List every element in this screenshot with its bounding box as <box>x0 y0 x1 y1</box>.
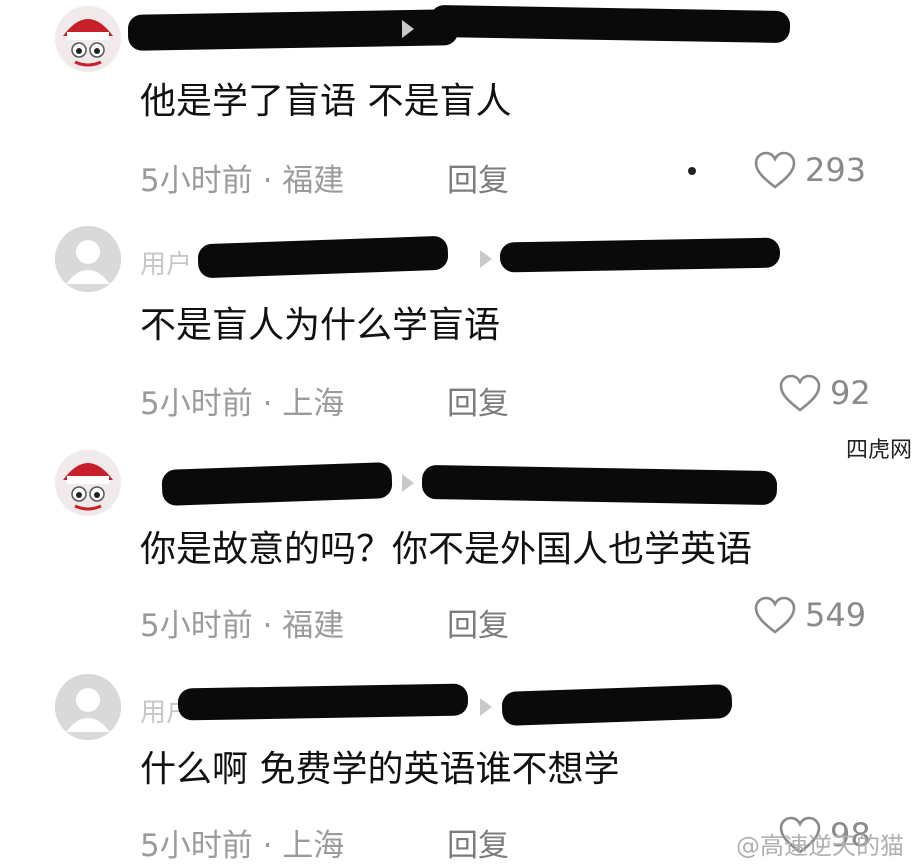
reply-button[interactable]: 回复 <box>447 820 509 865</box>
reply-button[interactable]: 回复 <box>447 378 509 423</box>
default-avatar-icon <box>55 674 121 740</box>
triangle-right-icon <box>402 474 414 492</box>
comment-text: 你是故意的吗？你不是外国人也学英语 <box>140 529 753 570</box>
heart-icon <box>753 150 797 190</box>
redaction-scribble <box>177 683 469 721</box>
like-count: 92 <box>830 374 871 412</box>
user-avatar-icon <box>55 6 121 72</box>
redaction-scribble <box>161 461 393 507</box>
like-button[interactable]: 293 <box>753 150 866 190</box>
like-button[interactable]: 92 <box>778 373 871 413</box>
triangle-right-icon <box>402 20 414 38</box>
username-row[interactable] <box>140 461 840 507</box>
redaction-scribble <box>197 235 449 279</box>
comment-text: 什么啊 免费学的英语谁不想学 <box>140 749 620 790</box>
triangle-right-icon <box>480 250 492 268</box>
comment-meta: 5小时前 · 福建 <box>140 163 345 199</box>
comment-text: 他是学了盲语 不是盲人 <box>140 81 512 122</box>
comment-text: 不是盲人为什么学盲语 <box>140 305 501 346</box>
username-row[interactable]: 用户 <box>140 683 840 728</box>
like-count: 549 <box>805 596 867 634</box>
username-row[interactable] <box>127 4 840 51</box>
heart-icon <box>778 373 822 413</box>
redaction-scribble <box>501 683 733 727</box>
reply-button[interactable]: 回复 <box>447 600 509 645</box>
comment-meta: 5小时前 · 上海 <box>140 386 345 422</box>
default-avatar-icon <box>55 226 121 292</box>
redaction-scribble <box>499 237 781 273</box>
username-row[interactable]: 用户 <box>140 235 840 280</box>
triangle-right-icon <box>480 698 492 716</box>
heart-icon <box>753 595 797 635</box>
like-count: 293 <box>805 151 867 189</box>
username-hint: 用户 <box>140 250 193 280</box>
watermark: @高速逆天的猫 <box>736 832 904 860</box>
separator-dot <box>688 167 696 175</box>
redaction-scribble <box>429 4 791 44</box>
like-button[interactable]: 549 <box>753 595 866 635</box>
avatar[interactable] <box>55 6 121 72</box>
reply-button[interactable]: 回复 <box>447 155 509 200</box>
avatar[interactable] <box>55 674 121 740</box>
user-avatar-icon <box>55 450 121 516</box>
side-label: 四虎网 <box>846 438 913 463</box>
comment-meta: 5小时前 · 福建 <box>140 608 345 644</box>
comment-meta: 5小时前 · 上海 <box>140 828 345 864</box>
redaction-scribble <box>421 464 778 506</box>
avatar[interactable] <box>55 450 121 516</box>
avatar[interactable] <box>55 226 121 292</box>
